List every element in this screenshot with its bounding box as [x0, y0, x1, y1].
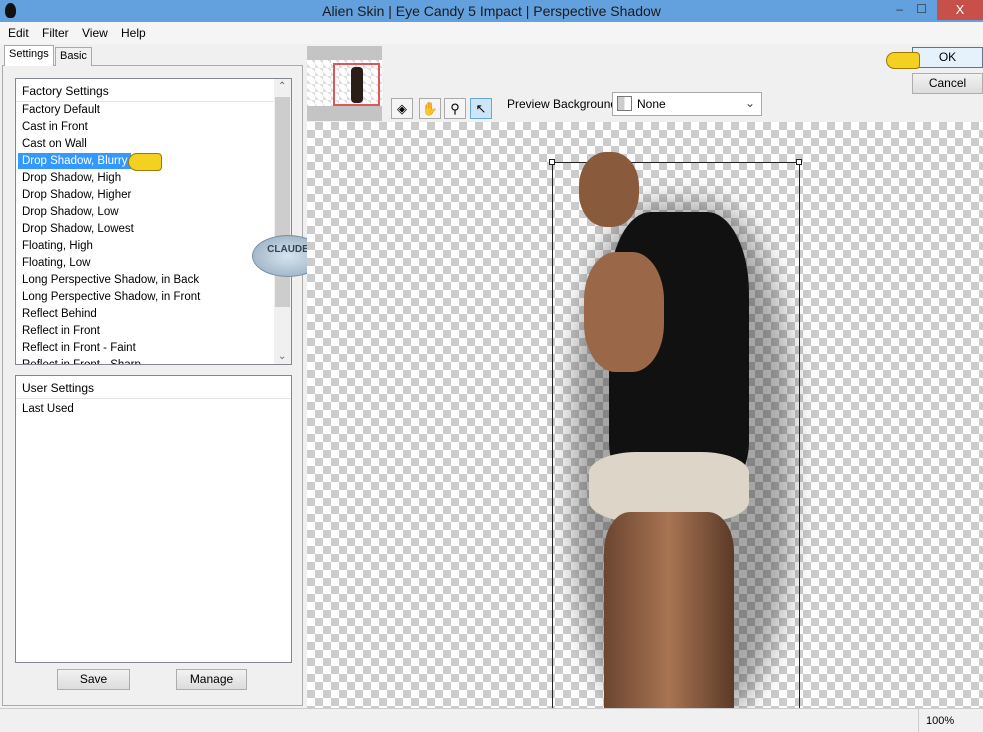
preview-canvas[interactable] [307, 122, 983, 722]
minimize-button[interactable]: – [896, 2, 903, 16]
list-item[interactable]: Floating, High [16, 238, 275, 255]
list-item[interactable]: Long Perspective Shadow, in Back [16, 272, 275, 289]
menu-filter[interactable]: Filter [42, 26, 69, 40]
tab-settings[interactable]: Settings [4, 45, 54, 66]
list-item[interactable]: Drop Shadow, Low [16, 204, 275, 221]
resize-handle[interactable] [796, 159, 802, 165]
list-item[interactable]: Reflect in Front - Faint [16, 340, 275, 357]
preview-background-value: None [637, 97, 666, 111]
list-item[interactable]: Factory Default [16, 102, 275, 119]
menu-edit[interactable]: Edit [8, 26, 29, 40]
list-item[interactable]: Reflect Behind [16, 306, 275, 323]
list-item[interactable]: Drop Shadow, High [16, 170, 275, 187]
menu-help[interactable]: Help [121, 26, 146, 40]
save-button[interactable]: Save [57, 669, 130, 690]
close-button[interactable]: X [937, 0, 983, 20]
scrollbar[interactable]: ⌃ ⌄ [274, 79, 291, 364]
cancel-button[interactable]: Cancel [912, 73, 983, 94]
chevron-down-icon: ⌄ [744, 96, 755, 110]
preview-background-select[interactable]: None ⌄ [612, 92, 762, 116]
selected-item-label: Drop Shadow, Blurry [18, 153, 132, 169]
pointing-hand-icon [128, 153, 162, 171]
pointer-icon[interactable]: ↖ [470, 98, 492, 119]
list-item[interactable]: Reflect in Front [16, 323, 275, 340]
window-title: Alien Skin | Eye Candy 5 Impact | Perspe… [322, 3, 661, 19]
ok-button[interactable]: OK [912, 47, 983, 68]
maximize-button[interactable]: ☐ [916, 2, 927, 16]
zoom-level: 100% [926, 715, 955, 727]
menu-bar: Edit Filter View Help [0, 22, 983, 44]
menu-view[interactable]: View [82, 26, 108, 40]
list-item[interactable]: Last Used [16, 401, 291, 418]
list-item[interactable]: Cast on Wall [16, 136, 275, 153]
pointing-hand-icon [886, 52, 920, 69]
factory-settings-header: Factory Settings [16, 79, 291, 102]
subject-image [569, 152, 769, 712]
hand-icon[interactable]: ✋ [419, 98, 441, 119]
manage-button[interactable]: Manage [176, 669, 247, 690]
list-item[interactable]: Drop Shadow, Higher [16, 187, 275, 204]
zoom-icon[interactable]: ⚲ [444, 98, 466, 119]
user-settings-header: User Settings [16, 376, 291, 399]
list-item[interactable]: Cast in Front [16, 119, 275, 136]
title-bar: Alien Skin | Eye Candy 5 Impact | Perspe… [0, 0, 983, 22]
preview-background-label: Preview Background: [507, 97, 621, 111]
scroll-down-icon[interactable]: ⌄ [278, 351, 286, 362]
list-item[interactable]: Long Perspective Shadow, in Front [16, 289, 275, 306]
factory-settings-list: Factory Settings Factory Default Cast in … [15, 78, 292, 365]
user-settings-list: User Settings Last Used [15, 375, 292, 663]
resize-handle[interactable] [549, 159, 555, 165]
list-item[interactable]: Floating, Low [16, 255, 275, 272]
list-item[interactable]: Reflect in Front - Sharp [16, 357, 275, 364]
navigator-thumbnail[interactable] [307, 46, 382, 121]
list-item[interactable]: Drop Shadow, Lowest [16, 221, 275, 238]
status-bar: 100% [0, 708, 983, 732]
tab-basic[interactable]: Basic [55, 47, 92, 66]
scroll-up-icon[interactable]: ⌃ [278, 81, 286, 92]
checker-swatch-icon [617, 96, 632, 111]
color-picker-icon[interactable]: ◈ [391, 98, 413, 119]
